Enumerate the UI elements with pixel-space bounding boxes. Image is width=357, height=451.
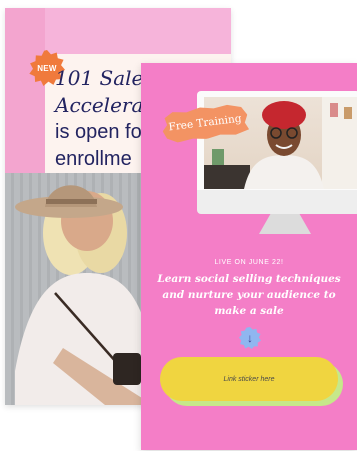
new-badge-label: NEW xyxy=(37,63,57,73)
course-title-line-1: 101 Sales xyxy=(55,66,154,90)
training-headline: Learn social selling techniques and nurt… xyxy=(157,273,341,317)
arrow-down-icon: ↓ xyxy=(239,327,261,349)
course-title-line-3: is open fo xyxy=(55,121,142,143)
background-stripe xyxy=(5,8,45,178)
course-title-line-4: enrollme xyxy=(55,148,132,170)
arrow-glyph: ↓ xyxy=(247,331,253,345)
free-training-label: Free Training xyxy=(167,112,243,134)
live-date-text: LIVE ON JUNE 22! xyxy=(214,259,284,266)
monitor-stand xyxy=(259,214,311,234)
course-title-line-2: Accelera xyxy=(55,93,144,117)
link-sticker-label: Link sticker here xyxy=(223,375,275,383)
link-sticker-button[interactable]: Link sticker here xyxy=(160,357,338,401)
story-card-front: Free Training LIVE ON JUNE 22! Learn soc… xyxy=(141,63,357,450)
monitor-chin xyxy=(197,190,357,214)
